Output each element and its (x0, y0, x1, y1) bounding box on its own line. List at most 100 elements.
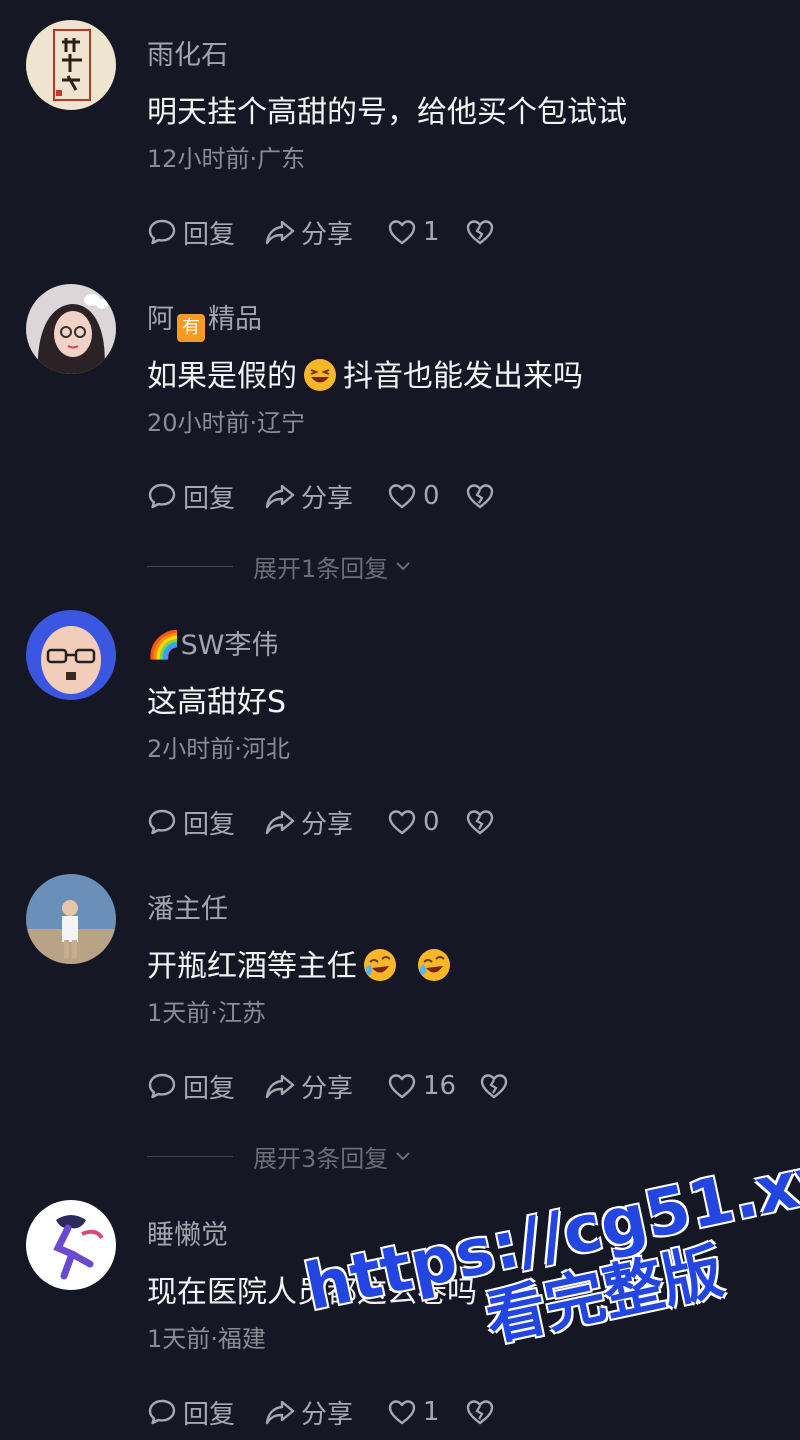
broken-heart-icon (466, 810, 494, 835)
comment-meta: 1天前·福建 (147, 1325, 266, 1353)
reply-label: 回复 (183, 483, 236, 514)
chevron-down-icon (396, 562, 410, 571)
grinning-squint-emoji-icon (303, 358, 337, 392)
avatar[interactable] (26, 874, 116, 964)
like-button[interactable]: 16 (387, 1071, 479, 1101)
heart-icon (388, 484, 416, 509)
comment-text-part: 抖音也能发出来吗 (343, 359, 583, 394)
share-button[interactable]: 分享 (265, 804, 387, 841)
share-button[interactable]: 分享 (265, 1394, 387, 1431)
share-arrow-icon (265, 1400, 295, 1425)
comment-text-part: 开瓶红酒等主任 (147, 949, 357, 984)
like-button[interactable]: 0 (387, 807, 465, 837)
broken-heart-icon (480, 1074, 508, 1099)
heart-icon (388, 1400, 416, 1425)
comment-meta: 1天前·江苏 (147, 999, 266, 1027)
reply-label: 回复 (183, 219, 236, 250)
reply-label: 回复 (183, 1073, 236, 1104)
comment-actions: 回复 分享 1 (147, 1392, 495, 1432)
share-button[interactable]: 分享 (265, 478, 387, 515)
reply-icon (148, 809, 176, 835)
comment-text: 明天挂个高甜的号，给他买个包试试 (147, 95, 627, 130)
username[interactable]: 🌈SW李伟 (147, 630, 278, 662)
reply-icon (148, 1399, 176, 1425)
divider-line (147, 565, 233, 567)
avatar[interactable] (26, 20, 116, 110)
comment-text: 开瓶红酒等主任 (147, 948, 457, 986)
expand-replies-button[interactable]: 展开1条回复 (147, 550, 414, 583)
reply-button[interactable]: 回复 (147, 1394, 265, 1431)
reply-button[interactable]: 回复 (147, 478, 265, 515)
man-glasses-avatar-image (26, 610, 116, 700)
avatar[interactable] (26, 284, 116, 374)
like-count: 0 (423, 481, 440, 511)
comment-meta: 12小时前·广东 (147, 145, 306, 173)
dislike-button[interactable] (479, 1071, 509, 1101)
like-count: 16 (423, 1071, 457, 1101)
share-arrow-icon (265, 1074, 295, 1099)
reply-label: 回复 (183, 1399, 236, 1430)
comment-actions: 回复 分享 1 (147, 212, 495, 252)
username[interactable]: 潘主任 (147, 894, 228, 926)
user-badge: 有 (177, 314, 205, 342)
comment-text: 如果是假的 抖音也能发出来吗 (147, 358, 583, 396)
dislike-button[interactable] (465, 481, 495, 511)
share-arrow-icon (265, 220, 295, 245)
comment-actions: 回复 分享 0 (147, 476, 495, 516)
anime-character-avatar-image (26, 1200, 116, 1290)
share-label: 分享 (301, 483, 354, 514)
like-button[interactable]: 1 (387, 217, 465, 247)
share-label: 分享 (301, 1399, 354, 1430)
comment-meta: 2小时前·河北 (147, 735, 290, 763)
dislike-button[interactable] (465, 1397, 495, 1427)
reply-label: 回复 (183, 809, 236, 840)
username[interactable]: 雨化石 (147, 40, 228, 72)
comment-meta: 20小时前·辽宁 (147, 409, 306, 437)
rolling-laughing-emoji-icon (363, 948, 397, 982)
like-count: 1 (423, 1397, 440, 1427)
woman-avatar-image (26, 284, 116, 374)
avatar[interactable] (26, 1200, 116, 1290)
share-label: 分享 (301, 1073, 354, 1104)
username[interactable]: 睡懒觉 (147, 1220, 228, 1252)
reply-icon (148, 219, 176, 245)
broken-heart-icon (466, 220, 494, 245)
heart-icon (388, 810, 416, 835)
dislike-button[interactable] (465, 807, 495, 837)
chevron-down-icon (396, 1152, 410, 1161)
like-count: 1 (423, 217, 440, 247)
share-arrow-icon (265, 484, 295, 509)
broken-heart-icon (466, 484, 494, 509)
share-label: 分享 (301, 809, 354, 840)
like-count: 0 (423, 807, 440, 837)
like-button[interactable]: 0 (387, 481, 465, 511)
username-suffix: 精品 (208, 304, 262, 335)
divider-line (147, 1155, 233, 1157)
expand-replies-label: 展开1条回复 (253, 554, 389, 583)
comment-text: 这高甜好S (147, 685, 287, 720)
username-prefix: 阿 (147, 304, 174, 335)
heart-icon (388, 1074, 416, 1099)
comment-text-part: 如果是假的 (147, 359, 297, 394)
expand-replies-label: 展开3条回复 (253, 1144, 389, 1173)
share-arrow-icon (265, 810, 295, 835)
username[interactable]: 阿有精品 (147, 304, 262, 342)
reply-button[interactable]: 回复 (147, 214, 265, 251)
reply-icon (148, 483, 176, 509)
like-button[interactable]: 1 (387, 1397, 465, 1427)
rolling-laughing-emoji-icon (417, 948, 451, 982)
broken-heart-icon (466, 1400, 494, 1425)
share-label: 分享 (301, 219, 354, 250)
share-button[interactable]: 分享 (265, 214, 387, 251)
reply-icon (148, 1073, 176, 1099)
comment-actions: 回复 分享 0 (147, 802, 495, 842)
expand-replies-button[interactable]: 展开3条回复 (147, 1140, 414, 1173)
avatar[interactable] (26, 610, 116, 700)
reply-button[interactable]: 回复 (147, 804, 265, 841)
reply-button[interactable]: 回复 (147, 1068, 265, 1105)
person-outdoor-avatar-image (26, 874, 116, 964)
dislike-button[interactable] (465, 217, 495, 247)
comment-actions: 回复 分享 16 (147, 1066, 509, 1106)
share-button[interactable]: 分享 (265, 1068, 387, 1105)
calligraphy-avatar-image (26, 20, 116, 110)
